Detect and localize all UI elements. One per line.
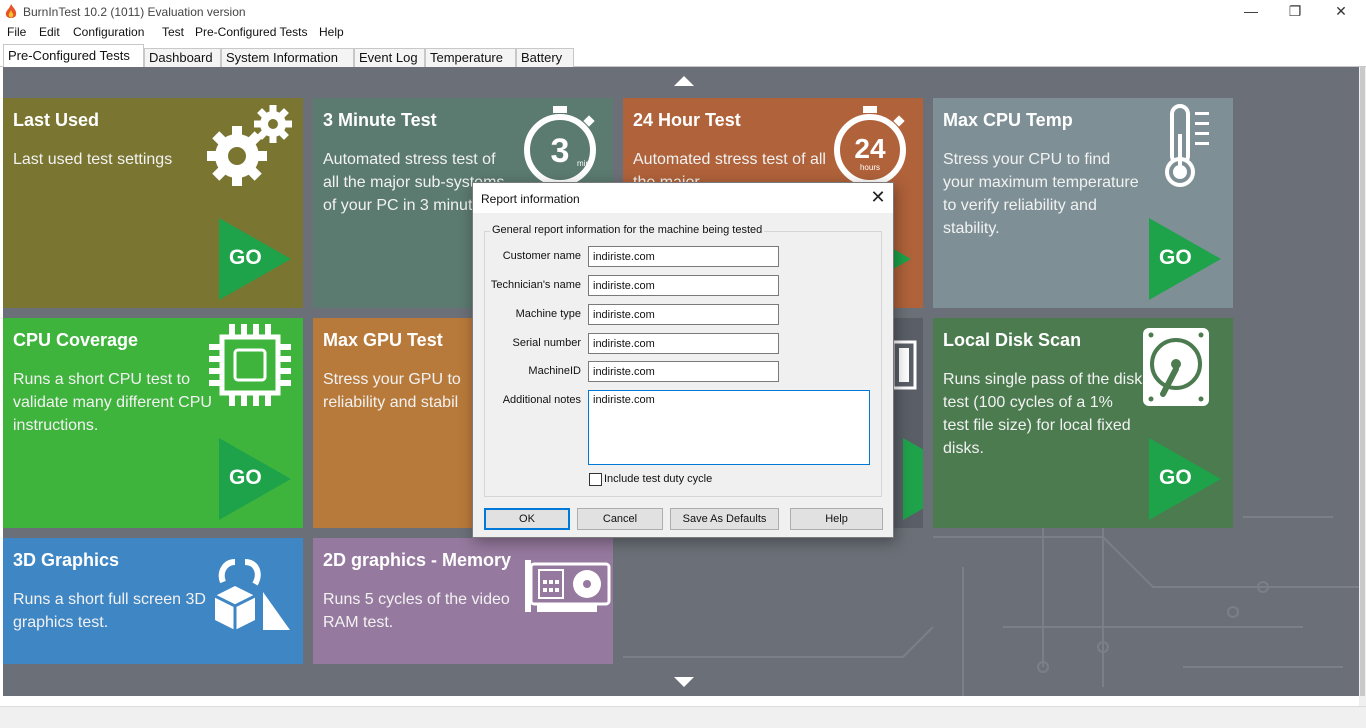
tile-local-disk-scan[interactable]: Local Disk Scan Runs single pass of the … bbox=[933, 318, 1233, 528]
cpu-chip-icon bbox=[209, 324, 291, 406]
dialog-title-bar: Report information ✕ bbox=[473, 183, 893, 213]
machine-type-label: Machine type bbox=[515, 308, 581, 320]
ok-button[interactable]: OK bbox=[484, 508, 570, 530]
dialog-title: Report information bbox=[481, 192, 580, 206]
menu-bar: File Edit Configuration Test Pre-Configu… bbox=[0, 23, 1366, 43]
tab-battery[interactable]: Battery bbox=[516, 48, 574, 67]
customer-name-label: Customer name bbox=[502, 250, 581, 262]
minimize-button[interactable]: — bbox=[1228, 0, 1274, 23]
tile-title: 3D Graphics bbox=[13, 550, 120, 570]
tile-description: Stress your CPU to find your maximum tem… bbox=[943, 151, 1139, 237]
tile-description: Last used test settings bbox=[13, 151, 173, 168]
3d-shapes-icon bbox=[214, 559, 290, 630]
tile-title: Max CPU Temp bbox=[943, 110, 1073, 130]
menu-edit[interactable]: Edit bbox=[39, 25, 60, 39]
customer-name-input[interactable] bbox=[588, 246, 779, 267]
tab-dashboard[interactable]: Dashboard bbox=[144, 48, 221, 67]
serial-number-label: Serial number bbox=[512, 337, 581, 349]
title-bar: BurnInTest 10.2 (1011) Evaluation versio… bbox=[0, 0, 1366, 23]
tile-description: Runs a short CPU test to validate many d… bbox=[13, 371, 212, 434]
graphics-card-icon bbox=[525, 560, 611, 612]
tab-pre-configured-tests[interactable]: Pre-Configured Tests bbox=[3, 44, 144, 68]
report-information-dialog: Report information ✕ General report info… bbox=[472, 182, 894, 538]
go-label: GO bbox=[1159, 466, 1192, 489]
timer-unit: min bbox=[577, 159, 590, 168]
menu-pre-configured-tests[interactable]: Pre-Configured Tests bbox=[195, 25, 308, 39]
go-label: GO bbox=[1159, 246, 1192, 269]
technician-name-label: Technician's name bbox=[490, 279, 581, 291]
scroll-down-arrow[interactable] bbox=[674, 677, 694, 687]
timer-3min-icon: 3 min bbox=[524, 106, 596, 186]
go-button[interactable]: GO bbox=[219, 218, 293, 300]
maximize-button[interactable]: ❐ bbox=[1272, 0, 1318, 23]
tile-title: 2D graphics - Memory bbox=[323, 550, 512, 570]
tab-event-log[interactable]: Event Log bbox=[354, 48, 425, 67]
tile-title: Max GPU Test bbox=[323, 330, 443, 350]
tile-max-cpu-temp[interactable]: Max CPU Temp Stress your CPU to find you… bbox=[933, 98, 1233, 308]
thermometer-icon bbox=[1165, 104, 1209, 187]
tile-description: Runs 5 cycles of the video RAM test. bbox=[323, 591, 510, 631]
tile-title: 3 Minute Test bbox=[323, 110, 437, 130]
status-bar bbox=[0, 706, 1366, 728]
tile-title: CPU Coverage bbox=[13, 330, 139, 350]
window-title: BurnInTest 10.2 (1011) Evaluation versio… bbox=[23, 5, 246, 19]
flame-app-icon bbox=[5, 4, 17, 18]
go-button[interactable]: GO bbox=[1149, 438, 1223, 520]
timer-number: 24 bbox=[854, 133, 886, 164]
tile-title: Last Used bbox=[13, 110, 100, 130]
tile-description: Runs a short full screen 3D graphics tes… bbox=[13, 591, 206, 631]
menu-test[interactable]: Test bbox=[162, 25, 184, 39]
tab-system-information[interactable]: System Information bbox=[221, 48, 354, 67]
timer-number: 3 bbox=[551, 132, 570, 170]
go-arrow-icon bbox=[903, 438, 923, 520]
scroll-up-arrow[interactable] bbox=[674, 76, 694, 86]
machine-id-input[interactable] bbox=[588, 361, 779, 382]
tile-description: Stress your GPU to reliability and stabi… bbox=[323, 371, 461, 411]
tab-strip: Pre-Configured Tests Dashboard System In… bbox=[0, 43, 1366, 68]
additional-notes-label: Additional notes bbox=[502, 394, 581, 406]
tile-cpu-coverage[interactable]: CPU Coverage Runs a short CPU test to va… bbox=[3, 318, 303, 528]
close-button[interactable]: ✕ bbox=[1318, 0, 1364, 23]
go-label: GO bbox=[229, 246, 262, 269]
dialog-close-button[interactable]: ✕ bbox=[863, 183, 893, 213]
include-duty-cycle-label[interactable]: Include test duty cycle bbox=[604, 473, 712, 485]
machine-id-label: MachineID bbox=[528, 365, 581, 377]
tile-3d-graphics[interactable]: 3D Graphics Runs a short full screen 3D … bbox=[3, 538, 303, 664]
tab-temperature[interactable]: Temperature bbox=[425, 48, 516, 67]
menu-configuration[interactable]: Configuration bbox=[73, 25, 144, 39]
include-duty-cycle-checkbox[interactable] bbox=[589, 473, 602, 486]
go-button[interactable] bbox=[903, 438, 923, 520]
tile-last-used[interactable]: Last Used Last used test settings GO bbox=[3, 98, 303, 308]
scrollbar-thumb[interactable] bbox=[1360, 67, 1365, 696]
menu-help[interactable]: Help bbox=[319, 25, 344, 39]
help-button[interactable]: Help bbox=[790, 508, 883, 530]
timer-24hours-icon: 24 hours bbox=[834, 106, 906, 186]
tile-2d-graphics-memory[interactable]: 2D graphics - Memory Runs 5 cycles of th… bbox=[313, 538, 613, 664]
group-label: General report information for the machi… bbox=[490, 224, 765, 236]
go-label: GO bbox=[229, 466, 262, 489]
save-as-defaults-button[interactable]: Save As Defaults bbox=[670, 508, 779, 530]
go-button[interactable]: GO bbox=[1149, 218, 1223, 300]
serial-number-input[interactable] bbox=[588, 333, 779, 354]
additional-notes-textarea[interactable]: indiriste.com bbox=[588, 390, 870, 465]
tile-description: Runs single pass of the disk test (100 c… bbox=[943, 371, 1143, 457]
vertical-scrollbar[interactable] bbox=[1359, 67, 1366, 706]
gears-icon bbox=[207, 105, 292, 186]
technician-name-input[interactable] bbox=[588, 275, 779, 296]
gpu-icon bbox=[891, 340, 917, 390]
timer-unit: hours bbox=[860, 163, 880, 172]
tile-title: Local Disk Scan bbox=[943, 330, 1082, 350]
tile-title: 24 Hour Test bbox=[633, 110, 741, 130]
go-button[interactable]: GO bbox=[219, 438, 293, 520]
machine-type-input[interactable] bbox=[588, 304, 779, 325]
menu-file[interactable]: File bbox=[7, 25, 26, 39]
hard-disk-icon bbox=[1143, 328, 1209, 406]
cancel-button[interactable]: Cancel bbox=[577, 508, 663, 530]
